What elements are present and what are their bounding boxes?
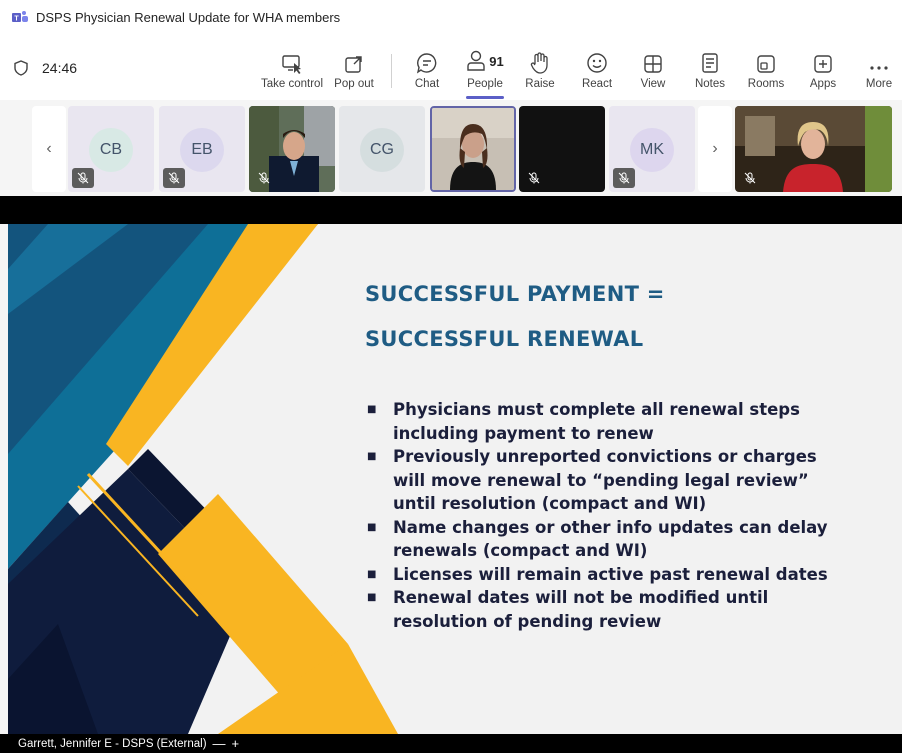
participant-video-image	[432, 108, 514, 190]
more-dots-icon	[870, 66, 888, 70]
presenter-name: Garrett, Jennifer E - DSPS (External)	[18, 737, 207, 750]
react-button[interactable]: React	[567, 48, 627, 90]
bullet-item: ■ Name changes or other info updates can …	[365, 516, 845, 563]
slide-heading-line2: SUCCESSFUL RENEWAL	[365, 327, 644, 351]
take-control-icon	[282, 55, 301, 74]
bullet-square-icon: ■	[367, 404, 377, 415]
avatar: CG	[360, 128, 404, 172]
participant-tile[interactable]: CG	[339, 106, 425, 192]
view-button[interactable]: View	[623, 48, 683, 90]
more-label: More	[865, 78, 893, 90]
raise-hand-button[interactable]: Raise	[510, 48, 570, 90]
bullet-text: Renewal dates will not be modified until…	[393, 588, 769, 631]
react-label: React	[581, 78, 613, 90]
smile-icon	[587, 53, 607, 73]
rooms-button[interactable]: Rooms	[736, 48, 796, 90]
meeting-timer: 24:46	[14, 60, 77, 76]
meeting-toolbar: 24:46 Take control Pop out Chat 91 Peopl…	[0, 34, 902, 100]
bullet-square-icon: ■	[367, 568, 377, 580]
avatar: EB	[180, 128, 224, 172]
participant-tile-video-off[interactable]	[519, 106, 605, 192]
chat-button[interactable]: Chat	[397, 48, 457, 90]
bullet-text: Previously unreported convictions or cha…	[393, 447, 817, 513]
raise-hand-icon	[530, 52, 548, 74]
people-label: People	[467, 78, 503, 90]
view-label: View	[640, 78, 666, 90]
participant-video-tile[interactable]	[249, 106, 335, 192]
chat-label: Chat	[414, 78, 440, 90]
bullet-square-icon: ■	[367, 521, 377, 533]
rooms-icon	[757, 55, 775, 73]
mic-off-icon	[739, 168, 761, 188]
zoom-in-icon[interactable]: +	[232, 736, 240, 751]
bullet-item: ■ Renewal dates will not be modified unti…	[365, 586, 845, 633]
shield-icon	[14, 60, 28, 76]
toolbar-divider	[391, 54, 392, 88]
notes-icon	[702, 53, 718, 73]
people-button[interactable]: 91 People	[455, 48, 515, 90]
bullet-text: Name changes or other info updates can d…	[393, 517, 828, 561]
mic-off-icon	[163, 168, 185, 188]
people-icon	[467, 50, 485, 71]
chevron-left-icon: ‹	[46, 140, 52, 157]
take-control-button[interactable]: Take control	[261, 48, 324, 90]
slide-heading-line1: SUCCESSFUL PAYMENT =	[365, 282, 665, 306]
pop-out-button[interactable]: Pop out	[325, 48, 383, 90]
participant-video-tile-selected[interactable]	[430, 106, 516, 192]
participants-strip: ‹ CB EB CG MK ›	[0, 100, 902, 196]
bullet-item: ■ Previously unreported convictions or ch…	[365, 445, 845, 516]
pop-out-label: Pop out	[334, 78, 374, 90]
bullet-item: ■ Licenses will remain active past renewa…	[365, 563, 845, 587]
participant-tile[interactable]: EB	[159, 106, 245, 192]
raise-label: Raise	[525, 78, 555, 90]
rooms-label: Rooms	[747, 78, 785, 90]
chevron-right-icon: ›	[712, 140, 718, 157]
mic-off-icon	[613, 168, 635, 188]
slide-bullet-list: ■ Physicians must complete all renewal st…	[365, 398, 845, 633]
participants-next-button[interactable]: ›	[698, 106, 732, 192]
apps-label: Apps	[809, 78, 837, 90]
bullet-square-icon: ■	[367, 451, 377, 462]
chat-icon	[416, 53, 437, 74]
mic-off-icon	[523, 168, 545, 188]
mic-off-icon	[253, 168, 275, 188]
people-count: 91	[489, 53, 504, 69]
bullet-square-icon: ■	[367, 592, 377, 603]
bullet-text: Licenses will remain active past renewal…	[393, 564, 828, 584]
people-active-indicator	[466, 96, 504, 99]
apps-button[interactable]: Apps	[793, 48, 853, 90]
avatar: MK	[630, 128, 674, 172]
participant-tile[interactable]: CB	[68, 106, 154, 192]
grid-view-icon	[644, 55, 662, 73]
shared-slide: SUCCESSFUL PAYMENT = SUCCESSFUL RENEWAL …	[8, 224, 902, 734]
minimize-icon[interactable]: —	[213, 736, 226, 751]
window-title: DSPS Physician Renewal Update for WHA me…	[36, 9, 341, 25]
more-button[interactable]: More	[849, 48, 902, 90]
participant-video-tile[interactable]	[735, 106, 892, 192]
title-bar: T DSPS Physician Renewal Update for WHA …	[0, 0, 902, 34]
participants-prev-button[interactable]: ‹	[32, 106, 66, 192]
notes-button[interactable]: Notes	[680, 48, 740, 90]
teams-logo-icon: T	[12, 11, 28, 22]
bullet-text: Physicians must complete all renewal ste…	[393, 400, 800, 443]
mic-off-icon	[72, 168, 94, 188]
notes-label: Notes	[694, 78, 726, 90]
participant-tile[interactable]: MK	[609, 106, 695, 192]
stage-top-band	[0, 196, 902, 224]
presenter-bar: Garrett, Jennifer E - DSPS (External) — …	[0, 734, 902, 753]
svg-text:T: T	[14, 15, 19, 22]
timer-text: 24:46	[42, 60, 78, 76]
take-control-label: Take control	[261, 78, 324, 90]
pop-out-icon	[345, 56, 362, 73]
avatar: CB	[89, 128, 133, 172]
add-apps-icon	[814, 55, 832, 73]
bullet-item: ■ Physicians must complete all renewal st…	[365, 398, 845, 445]
